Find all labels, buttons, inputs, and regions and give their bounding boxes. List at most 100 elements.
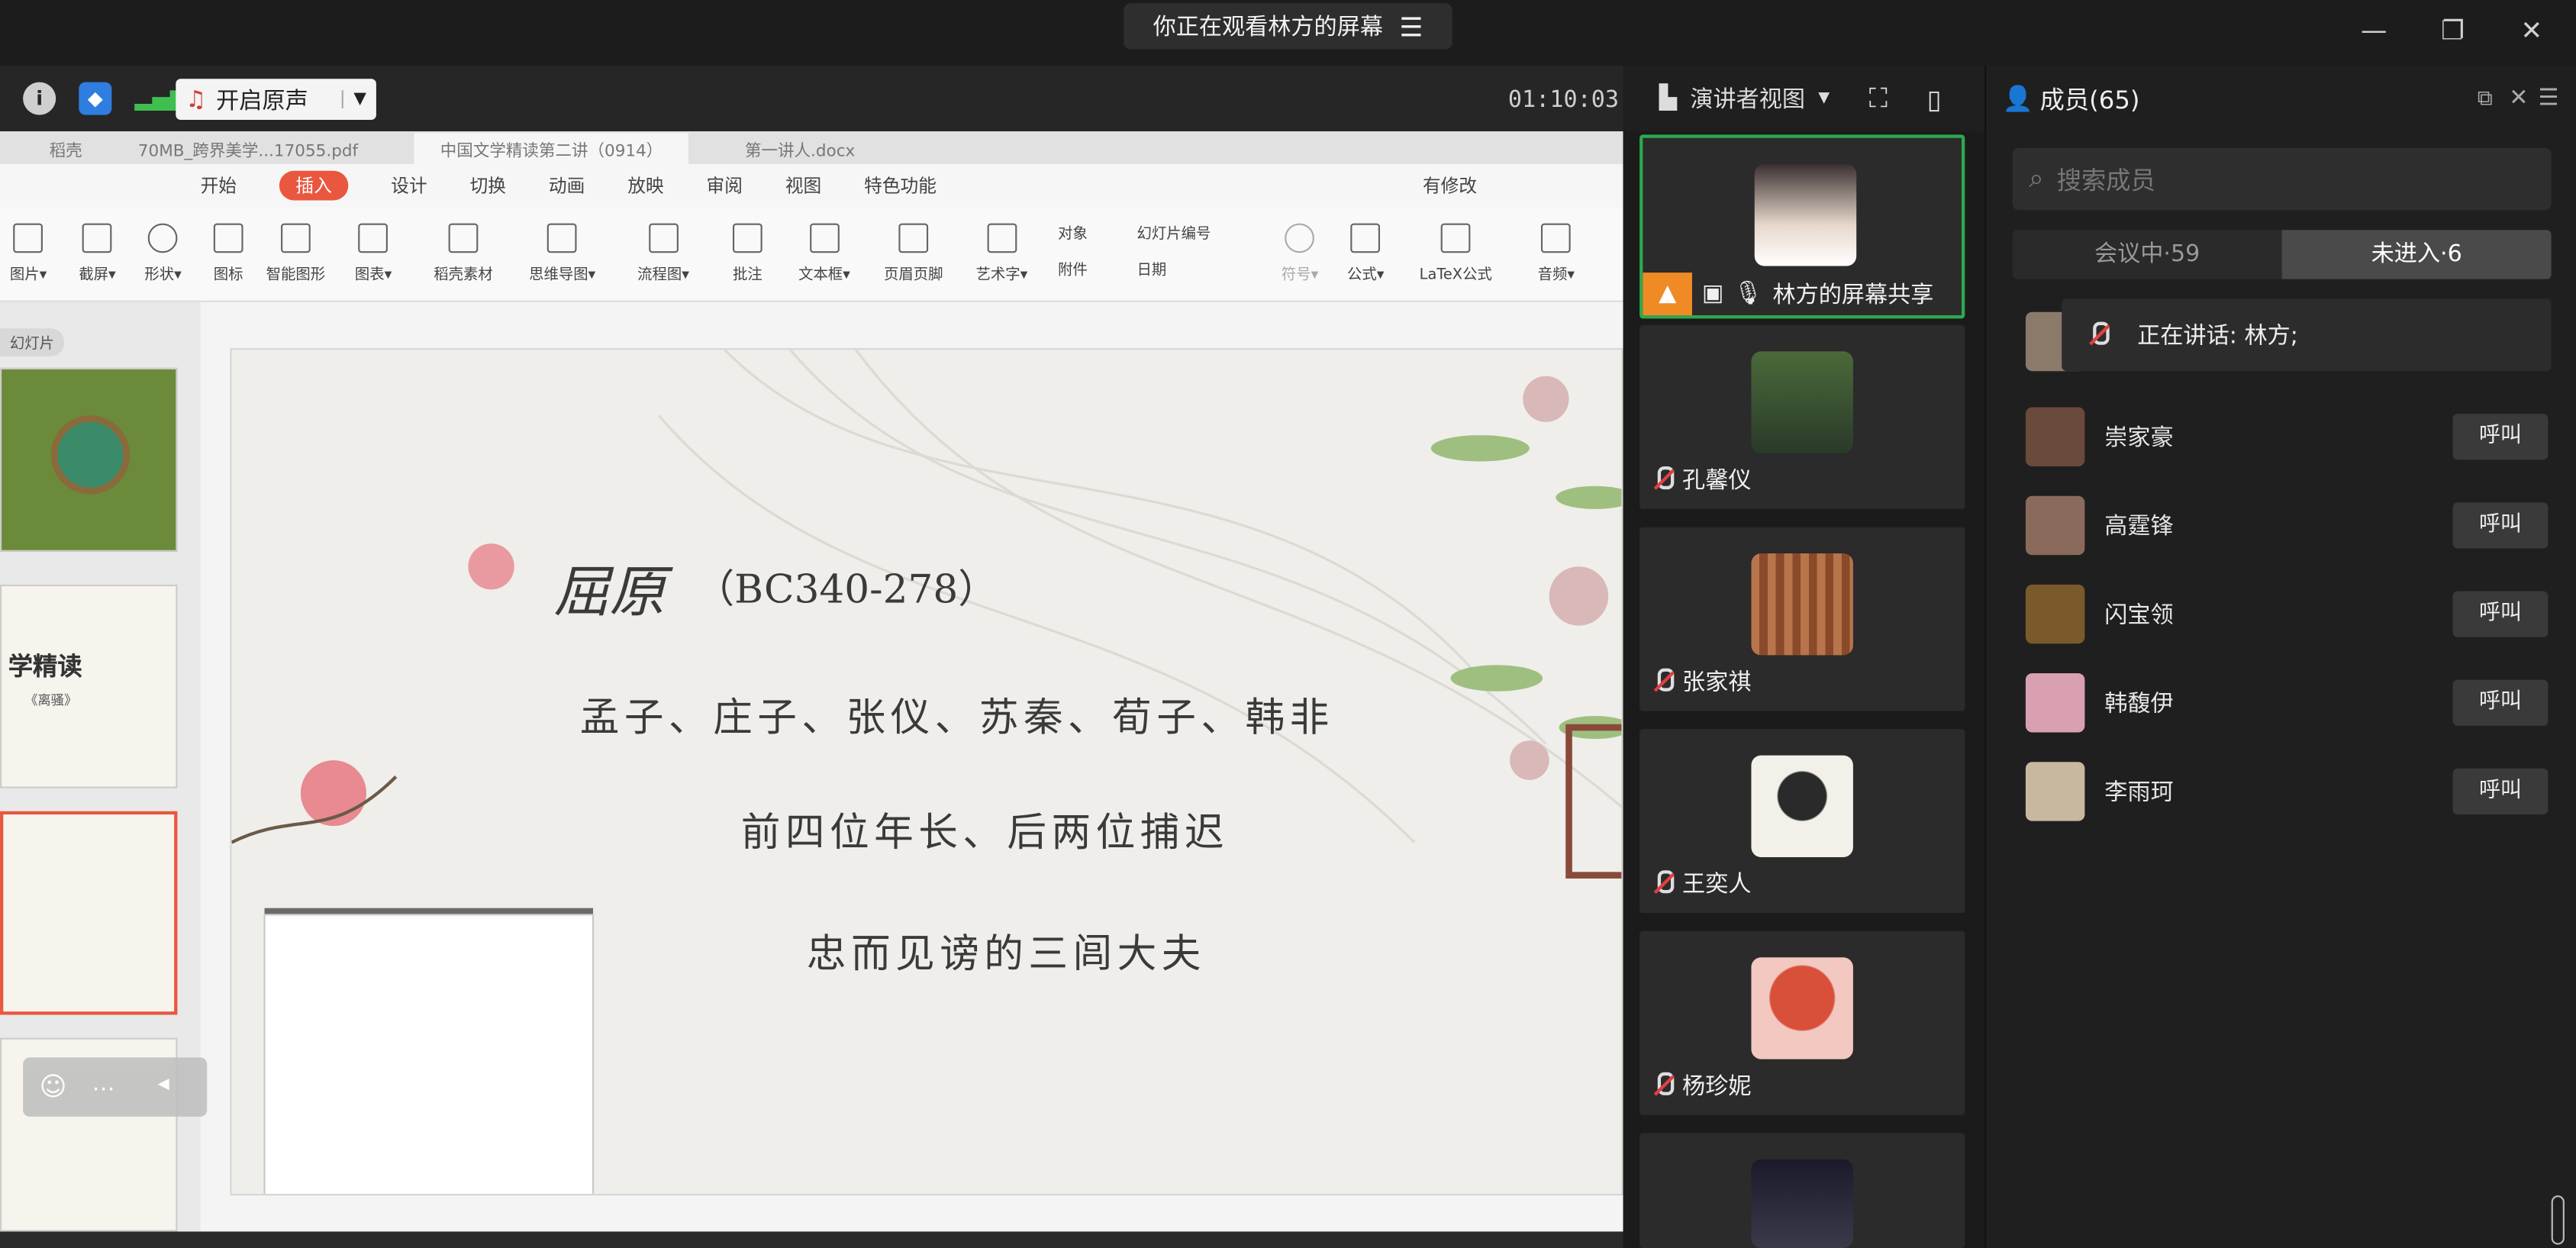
menu-icon[interactable]: ☰ — [1399, 11, 1423, 42]
sound-icon: ♫ — [185, 85, 207, 113]
meeting-window: 你正在观看林方的屏幕 ☰ — ❐ ✕ i ◆ ▂▄▆ ♫ 开启原声 ▼ 01:1… — [0, 0, 2576, 1248]
banner-text: 你正在观看林方的屏幕 — [1153, 15, 1383, 41]
collapse-icon[interactable]: ◂ — [158, 1071, 169, 1097]
screen-share-banner: 你正在观看林方的屏幕 ☰ — [1124, 3, 1452, 50]
members-title: 成员(65) — [2039, 84, 2140, 114]
minimize-button[interactable]: — — [2352, 13, 2395, 49]
chat-icon[interactable]: … — [92, 1071, 115, 1097]
shape-icon — [148, 223, 179, 253]
presenter-name: 林方的屏幕共享 — [1772, 282, 1934, 309]
video-tile[interactable]: 杨珍妮 — [1639, 930, 1965, 1115]
call-button[interactable]: 呼叫 — [2452, 679, 2549, 726]
member-name: 李雨珂 — [2104, 779, 2174, 807]
close-icon[interactable]: ✕ — [2509, 85, 2528, 111]
tool-label: 日期 — [1136, 263, 1167, 279]
member-row: 崇家豪 呼叫 — [2023, 404, 2552, 469]
restore-button[interactable]: ❐ — [2432, 13, 2474, 49]
smartart-icon — [281, 223, 311, 253]
call-button[interactable]: 呼叫 — [2452, 414, 2549, 460]
shared-screen: 稻壳 70MB_跨界美学...17055.pdf 中国文学精读第二讲（0914）… — [0, 131, 1623, 1232]
chevron-down-icon[interactable]: ▼ — [342, 90, 376, 108]
member-row: 韩馥伊 呼叫 — [2023, 670, 2552, 736]
avatar — [2025, 495, 2085, 556]
thumb-title: 学精读 — [8, 652, 82, 682]
slide-line-1: 孟子、庄子、张仪、苏秦、荀子、韩非 — [579, 694, 1334, 741]
avatar — [1754, 164, 1857, 266]
tab-not-joined[interactable]: 未进入·6 — [2281, 230, 2552, 279]
call-button[interactable]: 呼叫 — [2452, 768, 2549, 815]
avatar — [2025, 584, 2085, 644]
video-tile[interactable]: 孔馨仪 — [1639, 324, 1965, 509]
member-search[interactable]: ⌕ 搜索成员 — [2012, 147, 2552, 211]
security-shield-icon[interactable]: ◆ — [79, 82, 112, 115]
floating-toolbar[interactable]: ☺ … ◂ — [23, 1057, 208, 1117]
avatar — [1751, 957, 1853, 1059]
chart-icon — [358, 223, 388, 253]
doc-tab: 70MB_跨界美学...17055.pdf — [137, 142, 359, 160]
member-tabs: 会议中·59 未进入·6 — [2012, 230, 2552, 279]
members-panel: 👤 成员(65) ⧉ ✕ ☰ ⌕ 搜索成员 会议中·59 未进入·6 正在讲话:… — [1984, 66, 2576, 1248]
tool-label: 文本框▾ — [798, 267, 850, 285]
video-tile[interactable]: 王奕人 — [1639, 729, 1965, 914]
comment-icon — [732, 223, 762, 253]
slide-line-2: 前四位年长、后两位捕迟 — [740, 809, 1229, 856]
ribbon-menu: 开始 插入 设计 切换 动画 放映 审阅 视图 特色功能 有修改 — [0, 164, 1623, 208]
scrollbar[interactable] — [2551, 1195, 2565, 1245]
layout-icon[interactable]: ▙ — [1659, 85, 1677, 111]
view-label[interactable]: 演讲者视图 — [1690, 82, 1805, 115]
tool-label: 智能图形 — [266, 267, 326, 285]
screen-share-icon: ▣ — [1701, 280, 1724, 308]
participant-name: 王奕人 — [1682, 872, 1752, 898]
member-name: 闪宝领 — [2104, 602, 2174, 629]
tab-in-meeting[interactable]: 会议中·59 — [2013, 230, 2282, 279]
formula-icon — [1350, 223, 1381, 253]
close-button[interactable]: ✕ — [2510, 13, 2553, 49]
emoji-icon[interactable]: ☺ — [40, 1071, 67, 1102]
menu-item: 视图 — [785, 176, 822, 198]
popout-icon[interactable]: ⧉ — [2478, 86, 2493, 111]
participant-name: 杨珍妮 — [1682, 1073, 1752, 1101]
fullscreen-icon[interactable]: ⛶ — [1869, 82, 1888, 115]
chevron-down-icon[interactable]: ▼ — [1818, 90, 1830, 107]
tool-label: 稻壳素材 — [434, 267, 493, 285]
video-tile[interactable]: 张家祺 — [1639, 527, 1965, 711]
call-button[interactable]: 呼叫 — [2452, 502, 2549, 549]
mic-muted-icon — [1652, 870, 1675, 896]
call-button[interactable]: 呼叫 — [2452, 591, 2549, 637]
mic-muted-icon — [1652, 1072, 1675, 1098]
slide-thumb[interactable]: 学精读 《离骚》 — [0, 584, 178, 788]
original-sound-button[interactable]: ♫ 开启原声 ▼ — [176, 79, 376, 121]
screenshot-icon — [82, 223, 112, 253]
symbol-icon — [1285, 223, 1315, 253]
split-view-icon[interactable]: ▯ — [1927, 83, 1942, 114]
video-tile[interactable] — [1639, 1133, 1965, 1248]
tool-label: 图片▾ — [9, 267, 47, 285]
slide-thumb-selected[interactable] — [0, 811, 178, 1015]
search-icon: ⌕ — [2029, 162, 2044, 194]
presenter-icon: ▲ — [1643, 272, 1692, 316]
search-input[interactable]: 搜索成员 — [2057, 162, 2155, 196]
tool-label: 音频▾ — [1537, 267, 1575, 285]
video-tile-presenter[interactable]: ▲ ▣ 🎙 林方的屏幕共享 — [1639, 134, 1965, 319]
menu-item: 审阅 — [706, 176, 743, 198]
slide-thumb[interactable] — [0, 367, 178, 552]
avatar — [2025, 407, 2085, 466]
avatar — [1751, 553, 1853, 656]
menu-item: 设计 — [391, 176, 427, 198]
textbox-icon — [809, 223, 840, 253]
docer-icon — [448, 223, 479, 253]
menu-icon[interactable]: ☰ — [2538, 85, 2558, 111]
tool-label: 流程图▾ — [637, 267, 689, 285]
member-name: 韩馥伊 — [2104, 691, 2174, 718]
sound-label: 开启原声 — [216, 88, 308, 114]
tile-name: 张家祺 — [1652, 665, 1751, 698]
avatar — [1751, 755, 1853, 857]
tool-label: 符号▾ — [1281, 267, 1319, 285]
menu-item-active: 插入 — [279, 170, 349, 201]
latex-icon — [1440, 223, 1471, 253]
tool-label: 形状▾ — [144, 267, 182, 285]
doc-tab: 稻壳 — [49, 142, 82, 160]
info-icon[interactable]: i — [23, 82, 56, 115]
tool-label: 对象 — [1058, 226, 1088, 243]
audio-icon — [1541, 223, 1572, 253]
